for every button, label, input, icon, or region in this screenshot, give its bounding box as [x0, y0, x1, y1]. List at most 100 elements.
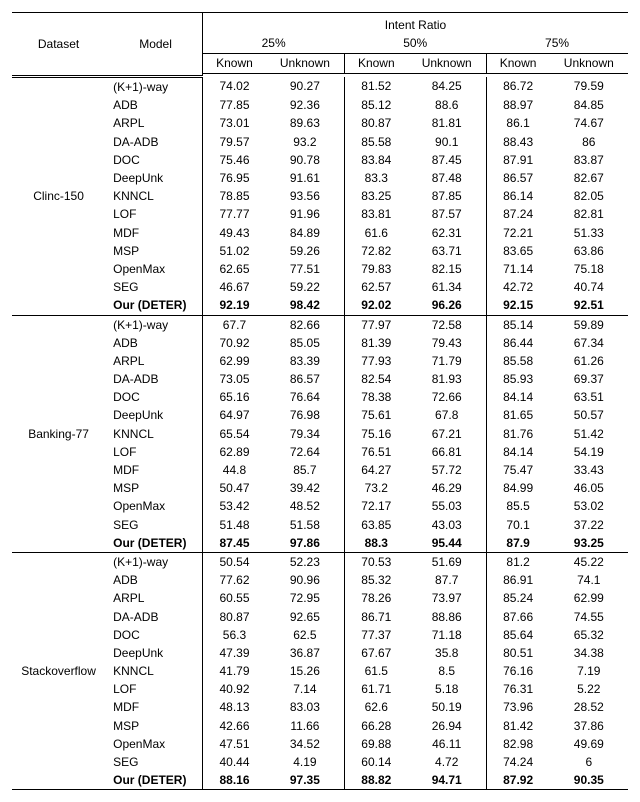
table-row: SEG46.6759.2262.5761.3442.7240.74 — [12, 278, 628, 296]
value-cell: 91.61 — [266, 169, 344, 187]
value-cell: 37.86 — [550, 717, 628, 735]
value-cell: 62.89 — [202, 443, 266, 461]
value-cell: 86.71 — [344, 608, 408, 626]
value-cell: 74.02 — [202, 77, 266, 97]
value-cell: 72.95 — [266, 589, 344, 607]
table-row: DeepUnk64.9776.9875.6167.881.6550.57 — [12, 406, 628, 424]
value-cell: 62.31 — [408, 224, 486, 242]
value-cell: 77.62 — [202, 571, 266, 589]
table-row: LOF62.8972.6476.5166.8184.1454.19 — [12, 443, 628, 461]
value-cell: 85.12 — [344, 96, 408, 114]
value-cell: 93.25 — [550, 534, 628, 553]
model-cell: (K+1)-way — [105, 315, 202, 334]
value-cell: 64.27 — [344, 461, 408, 479]
value-cell: 15.26 — [266, 662, 344, 680]
value-cell: 84.14 — [486, 443, 550, 461]
value-cell: 69.88 — [344, 735, 408, 753]
value-cell: 71.79 — [408, 352, 486, 370]
table-row: KNNCL65.5479.3475.1667.2181.7651.42 — [12, 425, 628, 443]
value-cell: 83.65 — [486, 242, 550, 260]
value-cell: 85.14 — [486, 315, 550, 334]
value-cell: 92.15 — [486, 296, 550, 315]
table-row: ARPL60.5572.9578.2673.9785.2462.99 — [12, 589, 628, 607]
hdr-ratio-50: 50% — [344, 34, 486, 54]
model-cell: SEG — [105, 278, 202, 296]
value-cell: 97.86 — [266, 534, 344, 553]
value-cell: 85.7 — [266, 461, 344, 479]
model-cell: (K+1)-way — [105, 552, 202, 571]
value-cell: 5.18 — [408, 680, 486, 698]
model-cell: DOC — [105, 626, 202, 644]
table-row: MSP50.4739.4273.246.2984.9946.05 — [12, 479, 628, 497]
hdr-intent-ratio: Intent Ratio — [202, 13, 628, 35]
table-row: Our (DETER)88.1697.3588.8294.7187.9290.3… — [12, 771, 628, 790]
value-cell: 49.43 — [202, 224, 266, 242]
value-cell: 52.23 — [266, 552, 344, 571]
hdr-known-1: Known — [202, 54, 266, 73]
value-cell: 73.96 — [486, 698, 550, 716]
value-cell: 75.16 — [344, 425, 408, 443]
value-cell: 87.92 — [486, 771, 550, 790]
value-cell: 33.43 — [550, 461, 628, 479]
table-row: Our (DETER)87.4597.8688.395.4487.993.25 — [12, 534, 628, 553]
value-cell: 50.54 — [202, 552, 266, 571]
value-cell: 51.58 — [266, 516, 344, 534]
value-cell: 81.2 — [486, 552, 550, 571]
value-cell: 47.39 — [202, 644, 266, 662]
value-cell: 89.63 — [266, 114, 344, 132]
value-cell: 86.14 — [486, 187, 550, 205]
value-cell: 74.24 — [486, 753, 550, 771]
value-cell: 59.89 — [550, 315, 628, 334]
value-cell: 50.47 — [202, 479, 266, 497]
value-cell: 76.51 — [344, 443, 408, 461]
value-cell: 76.31 — [486, 680, 550, 698]
model-cell: DA-ADB — [105, 133, 202, 151]
value-cell: 90.35 — [550, 771, 628, 790]
value-cell: 88.82 — [344, 771, 408, 790]
value-cell: 63.86 — [550, 242, 628, 260]
value-cell: 63.85 — [344, 516, 408, 534]
value-cell: 85.64 — [486, 626, 550, 644]
value-cell: 53.02 — [550, 497, 628, 515]
value-cell: 82.05 — [550, 187, 628, 205]
value-cell: 8.5 — [408, 662, 486, 680]
value-cell: 67.8 — [408, 406, 486, 424]
value-cell: 65.16 — [202, 388, 266, 406]
value-cell: 62.65 — [202, 260, 266, 278]
hdr-known-2: Known — [344, 54, 408, 73]
table-row: ARPL73.0189.6380.8781.8186.174.67 — [12, 114, 628, 132]
value-cell: 67.34 — [550, 334, 628, 352]
value-cell: 4.72 — [408, 753, 486, 771]
value-cell: 46.67 — [202, 278, 266, 296]
table-row: Clinc-150(K+1)-way74.0290.2781.5284.2586… — [12, 77, 628, 97]
table-row: MSP51.0259.2672.8263.7183.6563.86 — [12, 242, 628, 260]
value-cell: 72.64 — [266, 443, 344, 461]
value-cell: 39.42 — [266, 479, 344, 497]
value-cell: 90.96 — [266, 571, 344, 589]
model-cell: MDF — [105, 698, 202, 716]
value-cell: 63.71 — [408, 242, 486, 260]
value-cell: 78.38 — [344, 388, 408, 406]
model-cell: MSP — [105, 242, 202, 260]
value-cell: 6 — [550, 753, 628, 771]
dataset-cell: Clinc-150 — [12, 77, 105, 315]
value-cell: 66.81 — [408, 443, 486, 461]
value-cell: 74.67 — [550, 114, 628, 132]
value-cell: 61.26 — [550, 352, 628, 370]
value-cell: 70.1 — [486, 516, 550, 534]
value-cell: 67.21 — [408, 425, 486, 443]
value-cell: 96.26 — [408, 296, 486, 315]
table-row: KNNCL41.7915.2661.58.576.167.19 — [12, 662, 628, 680]
value-cell: 70.53 — [344, 552, 408, 571]
value-cell: 82.66 — [266, 315, 344, 334]
value-cell: 80.51 — [486, 644, 550, 662]
value-cell: 85.5 — [486, 497, 550, 515]
value-cell: 82.81 — [550, 205, 628, 223]
model-cell: ARPL — [105, 114, 202, 132]
table-row: MDF48.1383.0362.650.1973.9628.52 — [12, 698, 628, 716]
table-row: DeepUnk47.3936.8767.6735.880.5134.38 — [12, 644, 628, 662]
value-cell: 75.46 — [202, 151, 266, 169]
value-cell: 67.7 — [202, 315, 266, 334]
table-row: ARPL62.9983.3977.9371.7985.5861.26 — [12, 352, 628, 370]
value-cell: 28.52 — [550, 698, 628, 716]
